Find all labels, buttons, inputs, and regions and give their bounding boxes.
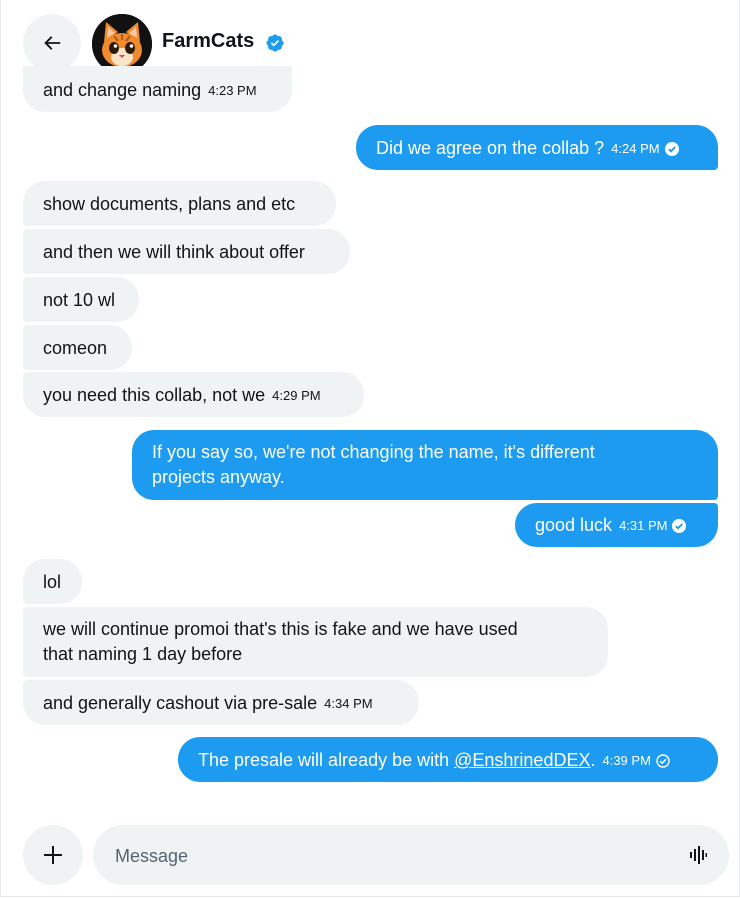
message-input[interactable]: [113, 825, 677, 887]
message-text: comeon: [43, 338, 108, 358]
message-bubble-incoming[interactable]: we will continue promoi that's this is f…: [23, 607, 608, 677]
message-bubble-incoming[interactable]: you need this collab, not we 4:29 PM: [23, 372, 364, 417]
message-text: you need this collab, not we: [43, 385, 266, 405]
message-bubble-outgoing[interactable]: good luck 4:31 PM: [515, 503, 718, 547]
message-text-line-2: projects anyway.: [152, 467, 285, 487]
message-text-line-1: we will continue promoi that's this is f…: [43, 619, 518, 639]
message-time: 4:29 PM: [272, 388, 321, 404]
message-text: and then we will think about offer: [43, 242, 305, 262]
check-circle-outline-icon: [656, 754, 670, 768]
cat-avatar-icon: [92, 14, 152, 74]
mention-link[interactable]: @EnshrinedDEX: [454, 750, 590, 770]
message-bubble-incoming[interactable]: lol: [23, 559, 82, 604]
message-time: 4:34 PM: [324, 696, 373, 712]
message-text: lol: [43, 572, 62, 592]
message-text: and change naming: [43, 80, 202, 100]
plus-icon: [44, 846, 62, 864]
message-bubble-outgoing[interactable]: If you say so, we're not changing the na…: [132, 430, 718, 500]
message-bubble-incoming[interactable]: show documents, plans and etc: [23, 181, 336, 226]
message-text-line-2: that naming 1 day before: [43, 644, 243, 664]
message-text: good luck: [535, 515, 613, 535]
message-bubble-incoming[interactable]: not 10 wl: [23, 277, 139, 322]
dm-conversation: FarmCats and change naming 4:23 PM Did we…: [0, 0, 740, 897]
message-text: show documents, plans and etc: [43, 194, 296, 214]
message-text-line-1: If you say so, we're not changing the na…: [152, 442, 595, 462]
back-button[interactable]: [23, 14, 81, 72]
message-time: 4:31 PM: [619, 518, 668, 534]
message-bubble-incoming[interactable]: and then we will think about offer: [23, 229, 350, 274]
message-time: 4:23 PM: [208, 83, 257, 99]
voice-waveform-icon[interactable]: [689, 846, 707, 864]
message-time: 4:24 PM: [611, 141, 660, 157]
message-bubble-incoming[interactable]: and change naming 4:23 PM: [23, 66, 292, 112]
message-bubble-outgoing[interactable]: Did we agree on the collab ? 4:24 PM: [356, 125, 718, 170]
avatar[interactable]: [92, 14, 152, 74]
arrow-left-icon: [44, 36, 61, 50]
message-text: The presale will already be with: [198, 750, 455, 770]
message-time: 4:39 PM: [602, 753, 651, 769]
check-circle-filled-icon: [672, 519, 687, 534]
contact-name[interactable]: FarmCats: [162, 30, 254, 53]
message-bubble-incoming[interactable]: comeon: [23, 325, 132, 370]
message-bubble-incoming[interactable]: and generally cashout via pre-sale 4:34 P…: [23, 680, 419, 725]
verified-badge-icon: [266, 34, 284, 52]
message-text: Did we agree on the collab ?: [376, 138, 605, 158]
add-media-button[interactable]: [23, 825, 83, 885]
message-text: not 10 wl: [43, 290, 116, 310]
message-composer: [93, 825, 729, 887]
message-bubble-outgoing[interactable]: The presale will already be with @Enshri…: [178, 737, 718, 782]
message-text: and generally cashout via pre-sale: [43, 693, 318, 713]
check-circle-filled-icon: [664, 142, 679, 157]
message-text-end: .: [590, 750, 596, 770]
